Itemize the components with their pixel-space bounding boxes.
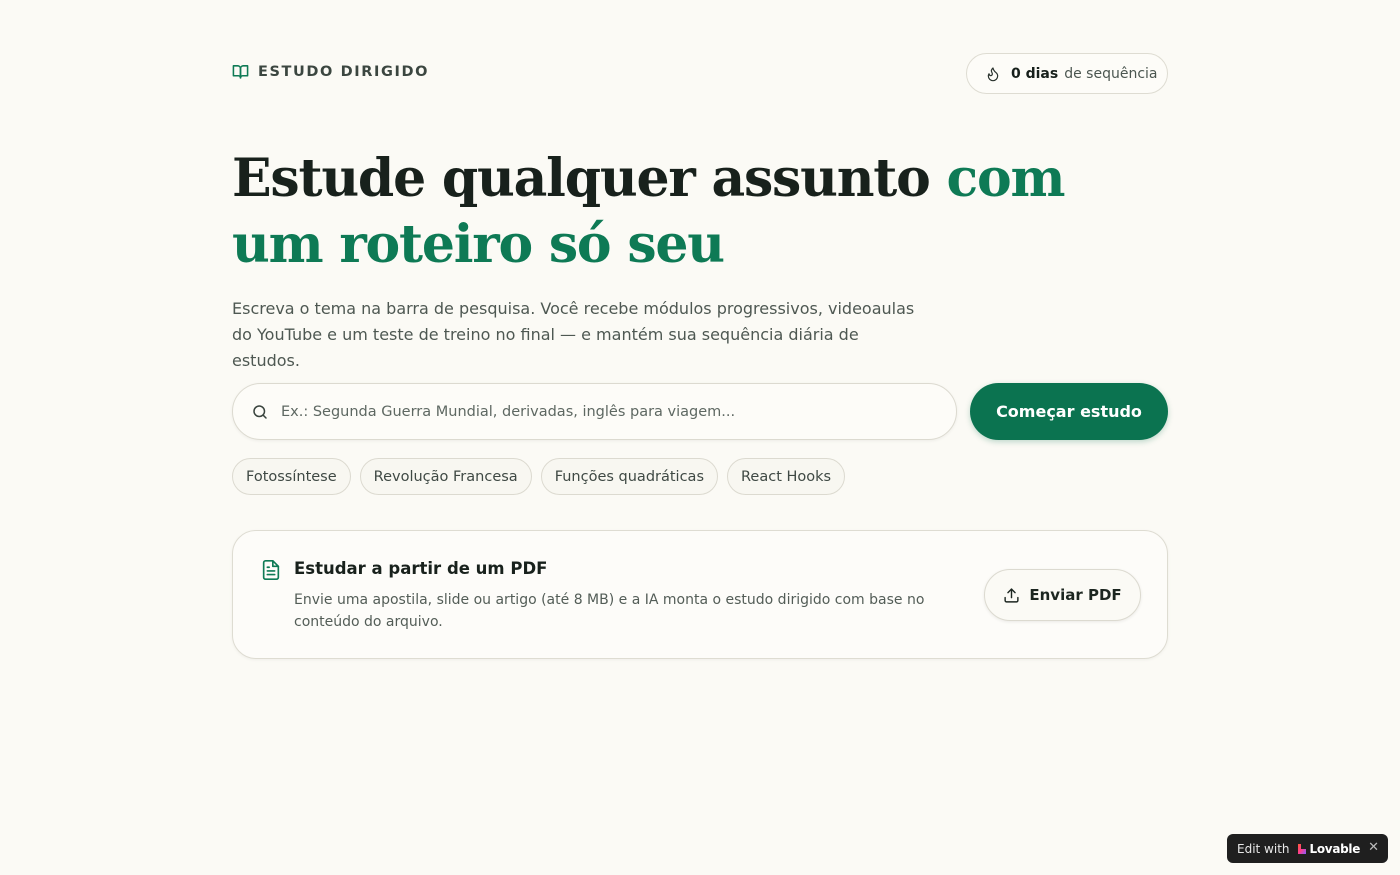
search-input[interactable]	[281, 403, 921, 420]
suggestion-chip[interactable]: React Hooks	[727, 458, 846, 495]
close-icon[interactable]: ✕	[1368, 840, 1379, 855]
file-text-icon	[260, 559, 282, 581]
search-bar	[232, 383, 957, 440]
pdf-card-title: Estudar a partir de um PDF	[294, 559, 548, 578]
streak-count: 0 dias	[1011, 65, 1059, 82]
start-study-button[interactable]: Começar estudo	[970, 383, 1168, 440]
pdf-card-description: Envie uma apostila, slide ou artigo (até…	[294, 592, 925, 630]
lovable-heart-icon	[1297, 843, 1306, 854]
edit-with-lovable-badge[interactable]: Edit with Lovable ✕	[1227, 834, 1388, 863]
book-open-icon	[232, 63, 249, 80]
header: ESTUDO DIRIGIDO 0 dias de sequência	[232, 53, 1168, 94]
brand-name: ESTUDO DIRIGIDO	[258, 63, 430, 80]
pdf-upload-card: Estudar a partir de um PDF Envie uma apo…	[232, 530, 1168, 659]
upload-pdf-label: Enviar PDF	[1029, 586, 1122, 604]
lovable-badge-prefix: Edit with	[1237, 841, 1290, 856]
streak-label: de sequência	[1064, 65, 1158, 82]
search-icon	[251, 403, 269, 421]
flame-icon	[985, 66, 1005, 82]
brand[interactable]: ESTUDO DIRIGIDO	[232, 63, 429, 80]
suggestion-chip[interactable]: Revolução Francesa	[359, 458, 532, 495]
suggestion-chip[interactable]: Fotossíntese	[232, 458, 351, 495]
page-subtitle: Escreva o tema na barra de pesquisa. Voc…	[232, 299, 915, 370]
page-title: Estude qualquer assunto com um roteiro s…	[232, 146, 1168, 278]
upload-icon	[1003, 587, 1020, 604]
streak-badge: 0 dias de sequência	[966, 53, 1168, 94]
page-title-main: Estude qualquer assunto	[232, 148, 947, 209]
suggestion-chip[interactable]: Funções quadráticas	[540, 458, 718, 495]
upload-pdf-button[interactable]: Enviar PDF	[984, 569, 1141, 621]
lovable-brand: Lovable	[1309, 841, 1361, 856]
suggestion-chips: Fotossíntese Revolução Francesa Funções …	[232, 458, 846, 495]
